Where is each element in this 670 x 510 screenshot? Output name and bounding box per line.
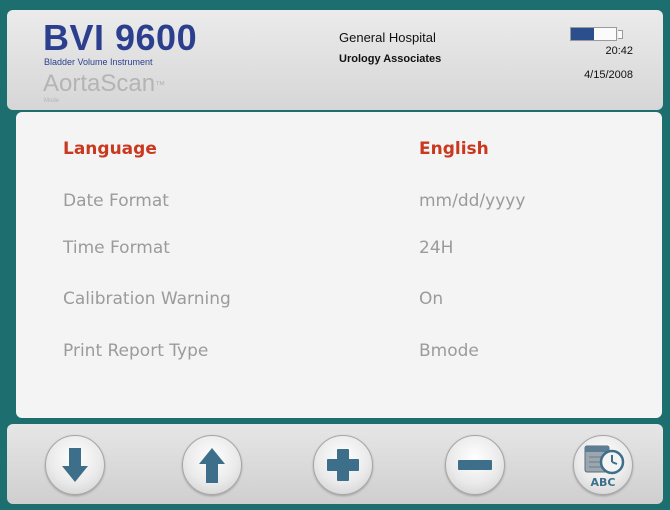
setting-label: Time Format [63, 238, 170, 258]
plus-button[interactable] [313, 435, 373, 495]
setting-value: English [419, 139, 489, 159]
hospital-name: General Hospital [339, 30, 436, 45]
minus-icon [458, 460, 492, 470]
setting-label: Calibration Warning [63, 289, 231, 309]
arrow-down-icon [62, 448, 88, 482]
mode-name: AortaScan™ [43, 70, 165, 98]
clock-date: 4/15/2008 [584, 69, 633, 81]
brand-subtitle: Bladder Volume Instrument [44, 57, 153, 67]
calendar-clock-abc-icon: ABC [584, 445, 625, 489]
setting-label: Date Format [63, 191, 169, 211]
setting-row-time-format[interactable]: Time Format 24H [16, 234, 662, 264]
settings-panel: Language English Date Format mm/dd/yyyy … [16, 112, 662, 418]
setting-value: mm/dd/yyyy [419, 191, 526, 211]
setting-row-calibration-warning[interactable]: Calibration Warning On [16, 285, 662, 315]
brand-title: BVI 9600 [43, 17, 198, 58]
setting-value: 24H [419, 238, 454, 258]
button-bar: ABC [7, 424, 663, 504]
header-bar: BVI 9600 Bladder Volume Instrument Aorta… [7, 10, 663, 110]
battery-tip [618, 30, 623, 39]
setting-label: Print Report Type [63, 341, 209, 361]
up-button[interactable] [182, 435, 242, 495]
mode-name-text: AortaScan [43, 70, 156, 97]
practice-name: Urology Associates [339, 53, 442, 65]
setting-row-print-report-type[interactable]: Print Report Type Bmode [16, 337, 662, 367]
minus-button[interactable] [445, 435, 505, 495]
setting-label: Language [63, 139, 157, 159]
down-button[interactable] [45, 435, 105, 495]
arrow-up-icon [199, 448, 225, 483]
setting-value: Bmode [419, 341, 479, 361]
plus-icon [327, 449, 359, 481]
clock-time: 20:42 [605, 45, 633, 57]
setting-row-language[interactable]: Language English [16, 135, 662, 165]
battery-level [571, 28, 594, 40]
battery-icon [570, 27, 617, 41]
date-time-keyboard-button[interactable]: ABC [573, 435, 633, 495]
facility-info: General Hospital Urology Associates [339, 30, 509, 65]
mode-label: Mode [44, 98, 60, 104]
setting-row-date-format[interactable]: Date Format mm/dd/yyyy [16, 187, 662, 217]
abc-icon-text: ABC [591, 476, 616, 489]
trademark-symbol: ™ [155, 80, 166, 91]
setting-value: On [419, 289, 444, 309]
